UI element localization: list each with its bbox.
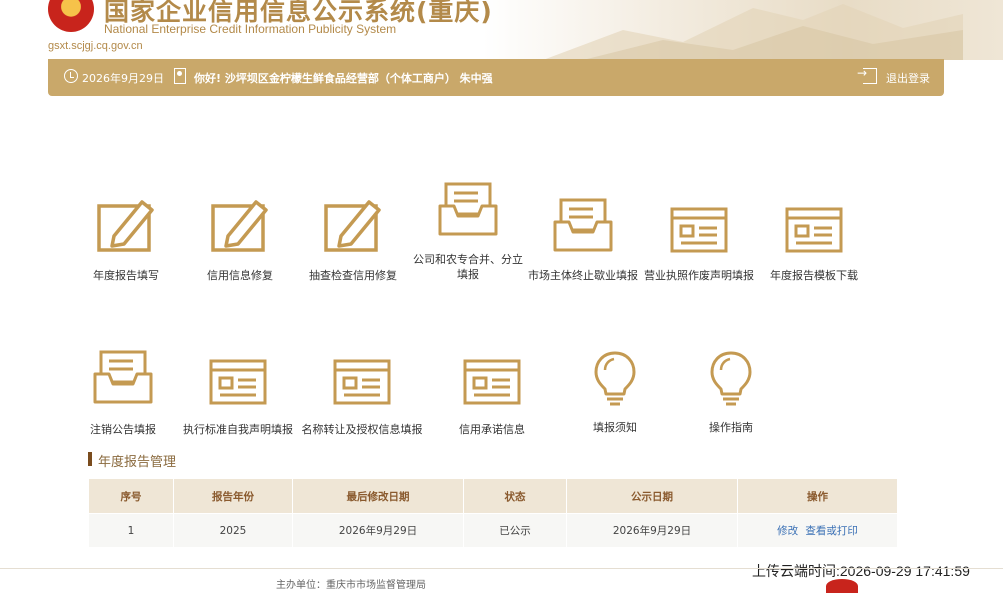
col-published: 公示日期 [566, 478, 738, 514]
col-status: 状态 [463, 478, 567, 514]
section-title: 年度报告管理 [98, 455, 177, 470]
edit-icon [97, 200, 154, 252]
cell-status: 已公示 [463, 513, 567, 548]
func-filing-notice[interactable]: 填报须知 [580, 350, 650, 435]
func-label: 信用信息修复 [207, 269, 273, 282]
cell-actions: 修改 查看或打印 [737, 513, 898, 548]
inbox-icon [93, 350, 153, 404]
col-index: 序号 [88, 478, 174, 514]
col-year: 报告年份 [173, 478, 293, 514]
seal-icon [826, 579, 858, 593]
cell-year: 2025 [173, 513, 293, 548]
form-icon [670, 207, 728, 253]
func-label: 营业执照作废声明填报 [644, 269, 754, 282]
mountain-decoration [543, 4, 963, 60]
edit-link[interactable]: 修改 [777, 525, 798, 537]
col-action: 操作 [737, 478, 898, 514]
func-name-transfer[interactable]: 名称转让及授权信息填报 [298, 358, 426, 437]
upload-timestamp: 上传云端时间:2026-09-29 17:41:59 [752, 563, 970, 579]
func-label: 名称转让及授权信息填报 [301, 423, 423, 436]
logout-icon[interactable] [857, 66, 877, 84]
func-inspection-repair[interactable]: 抽查检查信用修复 [303, 196, 403, 283]
func-label: 市场主体终止歇业填报 [528, 269, 638, 282]
edit-icon [211, 200, 268, 252]
func-license-void[interactable]: 营业执照作废声明填报 [640, 206, 758, 283]
func-label: 信用承诺信息 [459, 423, 525, 436]
func-label: 执行标准自我声明填报 [183, 423, 293, 436]
clock-icon [64, 69, 78, 83]
func-annual-report-fill[interactable]: 年度报告填写 [84, 196, 168, 283]
lightbulb-icon [594, 351, 636, 406]
func-label: 公司和农专合并、分立填报 [413, 253, 523, 281]
site-header: 国家企业信用信息公示系统(重庆) National Enterprise Cre… [0, 0, 1003, 60]
func-label: 填报须知 [593, 421, 637, 434]
func-merge-split[interactable]: 公司和农专合并、分立填报 [410, 182, 526, 282]
func-label: 年度报告模板下载 [770, 269, 858, 282]
cell-modified: 2026年9月29日 [292, 513, 464, 548]
form-icon [209, 359, 267, 405]
footer-divider [0, 568, 1003, 569]
func-operation-guide[interactable]: 操作指南 [696, 350, 766, 435]
table-header-row: 序号 报告年份 最后修改日期 状态 公示日期 操作 [88, 478, 898, 514]
func-template-download[interactable]: 年度报告模板下载 [766, 206, 862, 283]
func-label: 抽查检查信用修复 [309, 269, 397, 282]
form-icon [463, 359, 521, 405]
func-termination[interactable]: 市场主体终止歇业填报 [524, 196, 642, 283]
current-date: 2026年9月29日 [82, 72, 164, 85]
site-subtitle: National Enterprise Credit Information P… [104, 22, 397, 36]
logout-link[interactable]: 退出登录 [886, 70, 930, 86]
func-standard-declaration[interactable]: 执行标准自我声明填报 [178, 358, 298, 437]
func-label: 操作指南 [709, 421, 753, 434]
section-bar [88, 452, 92, 466]
site-url: gsxt.scjgj.cq.gov.cn [48, 40, 143, 52]
status-bar: 2026年9月29日 你好! 沙坪坝区金柠檬生鲜食品经营部（个体工商户） 朱中强… [48, 59, 944, 96]
func-label: 年度报告填写 [93, 269, 159, 282]
func-label: 注销公告填报 [90, 423, 156, 436]
user-greeting: 你好! 沙坪坝区金柠檬生鲜食品经营部（个体工商户） 朱中强 [194, 72, 493, 85]
table-row: 1 2025 2026年9月29日 已公示 2026年9月29日 修改 查看或打… [88, 513, 898, 548]
func-credit-commitment[interactable]: 信用承诺信息 [452, 358, 532, 437]
national-emblem-icon [48, 0, 94, 32]
annual-report-table: 序号 报告年份 最后修改日期 状态 公示日期 操作 1 2025 2026年9月… [88, 478, 898, 548]
cell-index: 1 [88, 513, 174, 548]
func-cancellation-notice[interactable]: 注销公告填报 [84, 350, 162, 437]
col-modified: 最后修改日期 [292, 478, 464, 514]
footer-text: 主办单位：重庆市市场监督管理局 [276, 580, 426, 591]
user-icon [174, 68, 186, 84]
inbox-icon [553, 198, 613, 252]
view-print-link[interactable]: 查看或打印 [805, 525, 858, 537]
form-icon [333, 359, 391, 405]
form-icon [785, 207, 843, 253]
lightbulb-icon [710, 351, 752, 406]
cell-published: 2026年9月29日 [566, 513, 738, 548]
edit-icon [324, 200, 381, 252]
func-credit-repair[interactable]: 信用信息修复 [198, 196, 282, 283]
inbox-icon [438, 182, 498, 236]
